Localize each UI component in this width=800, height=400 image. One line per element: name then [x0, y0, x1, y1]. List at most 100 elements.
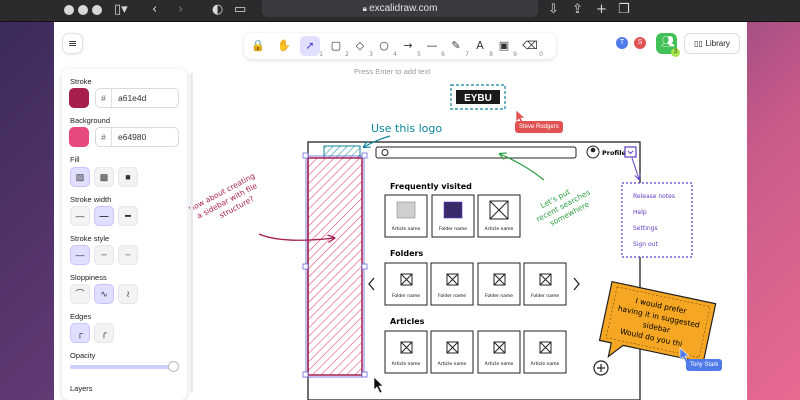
fill-solid-option[interactable]: ■	[118, 167, 138, 187]
hand-icon: ✋	[277, 39, 291, 52]
forward-icon[interactable]: ›	[178, 2, 183, 18]
stroke-style-dotted-option[interactable]: ┈	[118, 245, 138, 265]
back-icon[interactable]: ‹	[152, 2, 157, 18]
selection-icon: ➚	[305, 39, 315, 52]
shield-icon[interactable]: ◐	[212, 2, 223, 18]
window-zoom-button[interactable]	[92, 5, 102, 15]
card[interactable]: Folder name	[477, 262, 521, 306]
menu-item-help[interactable]: Help	[633, 209, 647, 216]
stroke-hex-input[interactable]: # a61e4d	[95, 88, 179, 108]
menu-item-sign-out[interactable]: Sign out	[633, 241, 658, 248]
image-tool-button[interactable]: ▣ 9	[494, 36, 517, 58]
stroke-style-solid-option[interactable]: —	[70, 245, 90, 265]
hamburger-icon: ≡	[68, 37, 78, 50]
sloppiness-cartoonist-option[interactable]: ≀	[118, 284, 138, 304]
profile-label: Profile	[602, 149, 626, 157]
resize-handle[interactable]	[302, 371, 309, 378]
folders-heading: Folders	[390, 249, 423, 258]
properties-panel: Stroke # a61e4d Background # e64980 Fill ▨…	[62, 69, 193, 400]
arrow-tool-button[interactable]: → 5	[398, 36, 421, 58]
fill-cross-hatch-option[interactable]: ▩	[94, 167, 114, 187]
address-bar[interactable]: 🔒︎ excalidraw.com	[262, 0, 538, 17]
card[interactable]: Article name	[477, 194, 521, 238]
card[interactable]: Article name	[523, 330, 567, 374]
resize-handle[interactable]	[361, 371, 368, 378]
tool-shortcut-number: 5	[417, 51, 421, 58]
window-close-button[interactable]	[64, 5, 74, 15]
menu-item-settings[interactable]: Settings	[633, 225, 658, 232]
sloppiness-architect-option[interactable]: ⌒	[70, 284, 90, 304]
stroke-width-thin-option[interactable]: —	[70, 206, 90, 226]
background-color-swatch[interactable]	[69, 127, 89, 147]
ellipse-icon: ○	[379, 39, 389, 52]
lock-tool-button[interactable]: 🔒	[248, 36, 268, 56]
tabs-overview-icon[interactable]: ❐	[618, 2, 630, 18]
resize-handle[interactable]	[361, 263, 368, 270]
line-tool-button[interactable]: —6	[422, 36, 446, 58]
new-tab-icon[interactable]: +	[596, 2, 607, 18]
menu-item-release-notes[interactable]: Release notes	[633, 193, 675, 200]
opacity-slider-thumb[interactable]	[167, 361, 179, 372]
panel-scrollbar[interactable]	[190, 73, 193, 393]
tab-icon[interactable]: ▭	[234, 2, 246, 18]
dotted-line-icon: ┈	[125, 250, 131, 260]
card[interactable]: Folder name	[384, 262, 428, 306]
stroke-width-extra-bold-option[interactable]: ━	[118, 206, 138, 226]
search-bar-sketch[interactable]	[375, 146, 577, 159]
arrow-to-menu[interactable]	[631, 157, 639, 179]
opacity-slider[interactable]	[70, 361, 179, 372]
download-icon[interactable]: ⇩	[548, 2, 559, 18]
book-icon: ▯▯	[694, 39, 706, 48]
collaborator-avatar[interactable]: T	[616, 37, 628, 49]
background-label: Background	[70, 116, 111, 125]
edges-label: Edges	[70, 312, 92, 321]
users-icon: 👥︎	[661, 35, 675, 48]
card[interactable]: Article name	[430, 330, 474, 374]
share-button[interactable]: 👥︎ 3	[656, 33, 680, 57]
ellipse-tool-button[interactable]: ○ 4	[374, 36, 397, 58]
fill-hachure-option[interactable]: ▨	[70, 167, 90, 187]
eraser-tool-button[interactable]: ⌫ 0	[520, 36, 543, 58]
card[interactable]: Folder name	[523, 262, 567, 306]
tool-shortcut-number: 3	[369, 51, 373, 58]
share-icon[interactable]: ⇪	[572, 2, 583, 18]
collaborator-avatar[interactable]: S	[634, 37, 646, 49]
sidebar-toggle-icon[interactable]: ▯▾	[114, 2, 128, 18]
library-button[interactable]: ▯▯ Library	[684, 33, 740, 54]
window-minimize-button[interactable]	[78, 5, 88, 15]
tool-shortcut-number: 0	[539, 51, 543, 58]
hand-tool-button[interactable]: ✋	[274, 36, 294, 56]
rectangle-tool-button[interactable]: ▢ 2	[326, 36, 349, 58]
resize-handle[interactable]	[361, 152, 368, 159]
card[interactable]: Article name	[384, 194, 428, 238]
stroke-style-dashed-option[interactable]: ┄	[94, 245, 114, 265]
stroke-color-swatch[interactable]	[69, 88, 89, 108]
profile-dropdown-toggle[interactable]	[624, 146, 637, 158]
edges-sharp-option[interactable]: ┌	[70, 323, 90, 343]
resize-handle[interactable]	[302, 152, 309, 159]
edges-round-option[interactable]: ╭	[94, 323, 114, 343]
use-logo-note[interactable]: Use this logo	[371, 122, 442, 135]
selection-tool-button[interactable]: ➚ 1	[300, 36, 323, 58]
card[interactable]: Article name	[384, 330, 428, 374]
diamond-tool-button[interactable]: ◇ 3	[350, 36, 373, 58]
layers-label: Layers	[70, 384, 93, 393]
main-menu-button[interactable]: ≡	[62, 33, 83, 54]
sidebar-sketch[interactable]	[307, 157, 363, 376]
carousel-prev-arrow[interactable]	[368, 277, 375, 291]
card[interactable]: Article name	[477, 330, 521, 374]
resize-handle[interactable]	[302, 263, 309, 270]
stroke-style-label: Stroke style	[70, 234, 110, 243]
card[interactable]: Folder name	[431, 194, 475, 238]
text-tool-button[interactable]: A8	[470, 36, 493, 58]
stroke-width-bold-option[interactable]: —	[94, 206, 114, 226]
card-label: Folder name	[531, 293, 559, 299]
line-icon: —	[426, 39, 438, 52]
card[interactable]: Folder name	[430, 262, 474, 306]
carousel-next-arrow[interactable]	[573, 277, 580, 291]
sloppiness-artist-option[interactable]: ∿	[94, 284, 114, 304]
background-hex-input[interactable]: # e64980	[95, 127, 179, 147]
search-suggestion-note[interactable]: Let's put recent searches somewhere	[530, 179, 596, 233]
draw-tool-button[interactable]: ✎ 7	[446, 36, 469, 58]
sidebar-suggestion-note[interactable]: How about creating a sidebar with file s…	[187, 171, 266, 231]
